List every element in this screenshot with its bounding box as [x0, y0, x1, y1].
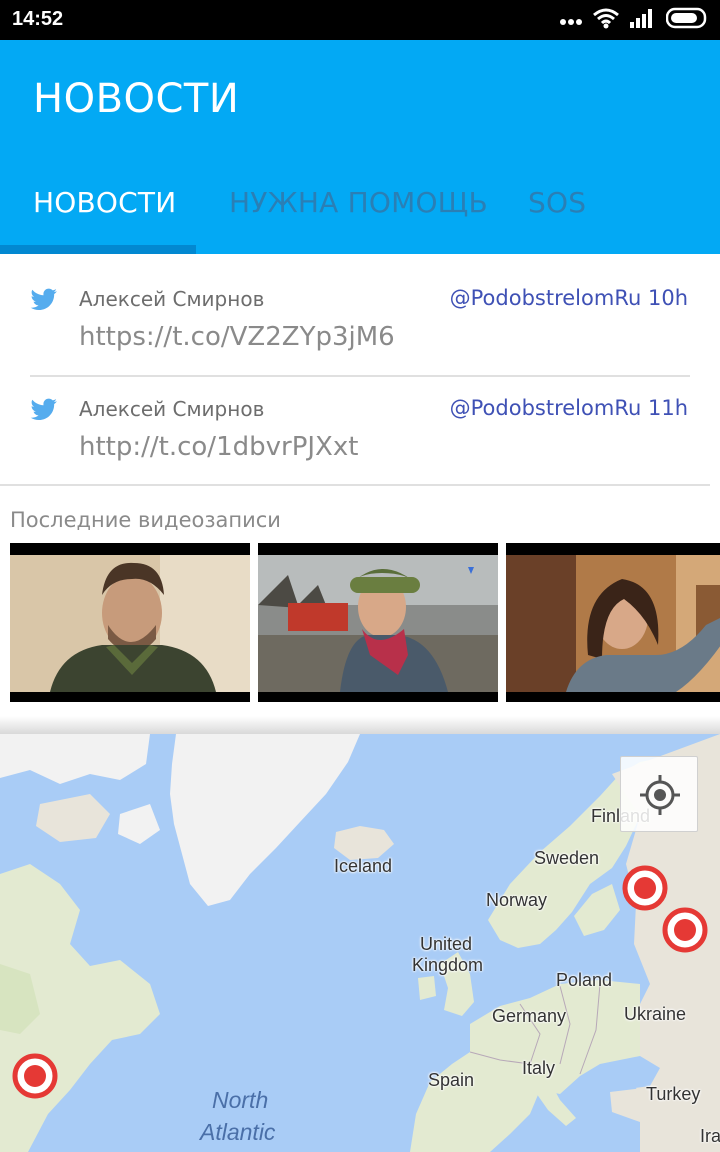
divider — [0, 484, 710, 486]
map-label-ukraine: Ukraine — [624, 1004, 687, 1024]
tweet-author: Алексей Смирнов — [79, 287, 265, 311]
tweet-handle[interactable]: @PodobstrelomRu — [450, 396, 642, 420]
map-label-kingdom: Kingdom — [412, 955, 484, 975]
map-label-atlantic: Atlantic — [200, 1119, 276, 1145]
tweet-handle-time[interactable]: @PodobstrelomRu 11h — [450, 396, 688, 420]
map-label-poland: Poland — [556, 970, 613, 990]
twitter-icon — [30, 288, 58, 312]
tweet-author: Алексей Смирнов — [79, 397, 265, 421]
video-thumbnail-woman[interactable] — [506, 543, 720, 702]
tweet-age: 10h — [647, 286, 688, 310]
tab-need-help[interactable]: НУЖНА ПОМОЩЬ — [229, 186, 488, 219]
app-title: НОВОСТИ — [33, 76, 240, 122]
tweet-handle[interactable]: @PodobstrelomRu — [450, 286, 642, 310]
map-label-italy: Italy — [522, 1058, 556, 1078]
map-label-north: North — [212, 1087, 269, 1113]
videos-section-title: Последние видеозаписи — [10, 508, 281, 532]
crosshair-icon — [640, 775, 680, 815]
tweet-item[interactable]: Алексей Смирнов @PodobstrelomRu 10h http… — [0, 254, 720, 362]
map-label-iceland: Iceland — [334, 856, 393, 876]
tweet-link[interactable]: http://t.co/1dbvrPJXxt — [79, 432, 358, 462]
map-base — [0, 734, 720, 1152]
map-marker[interactable] — [621, 864, 669, 912]
map-label-turkey: Turkey — [646, 1084, 701, 1104]
map-label-germany: Germany — [492, 1006, 567, 1026]
map-marker[interactable] — [11, 1052, 59, 1100]
twitter-icon — [30, 398, 58, 422]
section-shadow — [0, 716, 720, 734]
video-thumbnail-old-woman[interactable] — [258, 543, 498, 702]
tweet-age: 11h — [647, 396, 688, 420]
signal-icon — [630, 8, 656, 32]
tweet-handle-time[interactable]: @PodobstrelomRu 10h — [450, 286, 688, 310]
app-bar: НОВОСТИ НОВОСТИ НУЖНА ПОМОЩЬ SOS — [0, 40, 720, 254]
my-location-button[interactable] — [620, 756, 698, 832]
status-icons — [560, 6, 710, 34]
tab-news[interactable]: НОВОСТИ — [33, 186, 176, 219]
tweet-link[interactable]: https://t.co/VZ2ZYp3jM6 — [79, 322, 395, 352]
map-label-spain: Spain — [428, 1070, 475, 1090]
map-label-iraq: Ira — [700, 1126, 720, 1146]
status-time: 14:52 — [12, 8, 64, 30]
tweet-item[interactable]: Алексей Смирнов @PodobstrelomRu 11h http… — [0, 364, 720, 472]
status-bar: 14:52 — [0, 0, 720, 40]
battery-icon — [665, 7, 710, 33]
map-marker[interactable] — [661, 906, 709, 954]
video-thumbnail-man[interactable] — [10, 543, 250, 702]
more-dots-icon — [560, 11, 582, 30]
tab-indicator — [0, 245, 196, 254]
wifi-icon — [592, 7, 620, 33]
map-label-sweden: Sweden — [534, 848, 600, 868]
tab-bar: НОВОСТИ НУЖНА ПОМОЩЬ SOS — [0, 168, 720, 254]
tab-sos[interactable]: SOS — [528, 186, 586, 219]
map-label-norway: Norway — [486, 890, 548, 910]
map-label-united: United — [420, 934, 473, 954]
map-view[interactable]: Finland Sweden Iceland Norway United Kin… — [0, 734, 720, 1152]
